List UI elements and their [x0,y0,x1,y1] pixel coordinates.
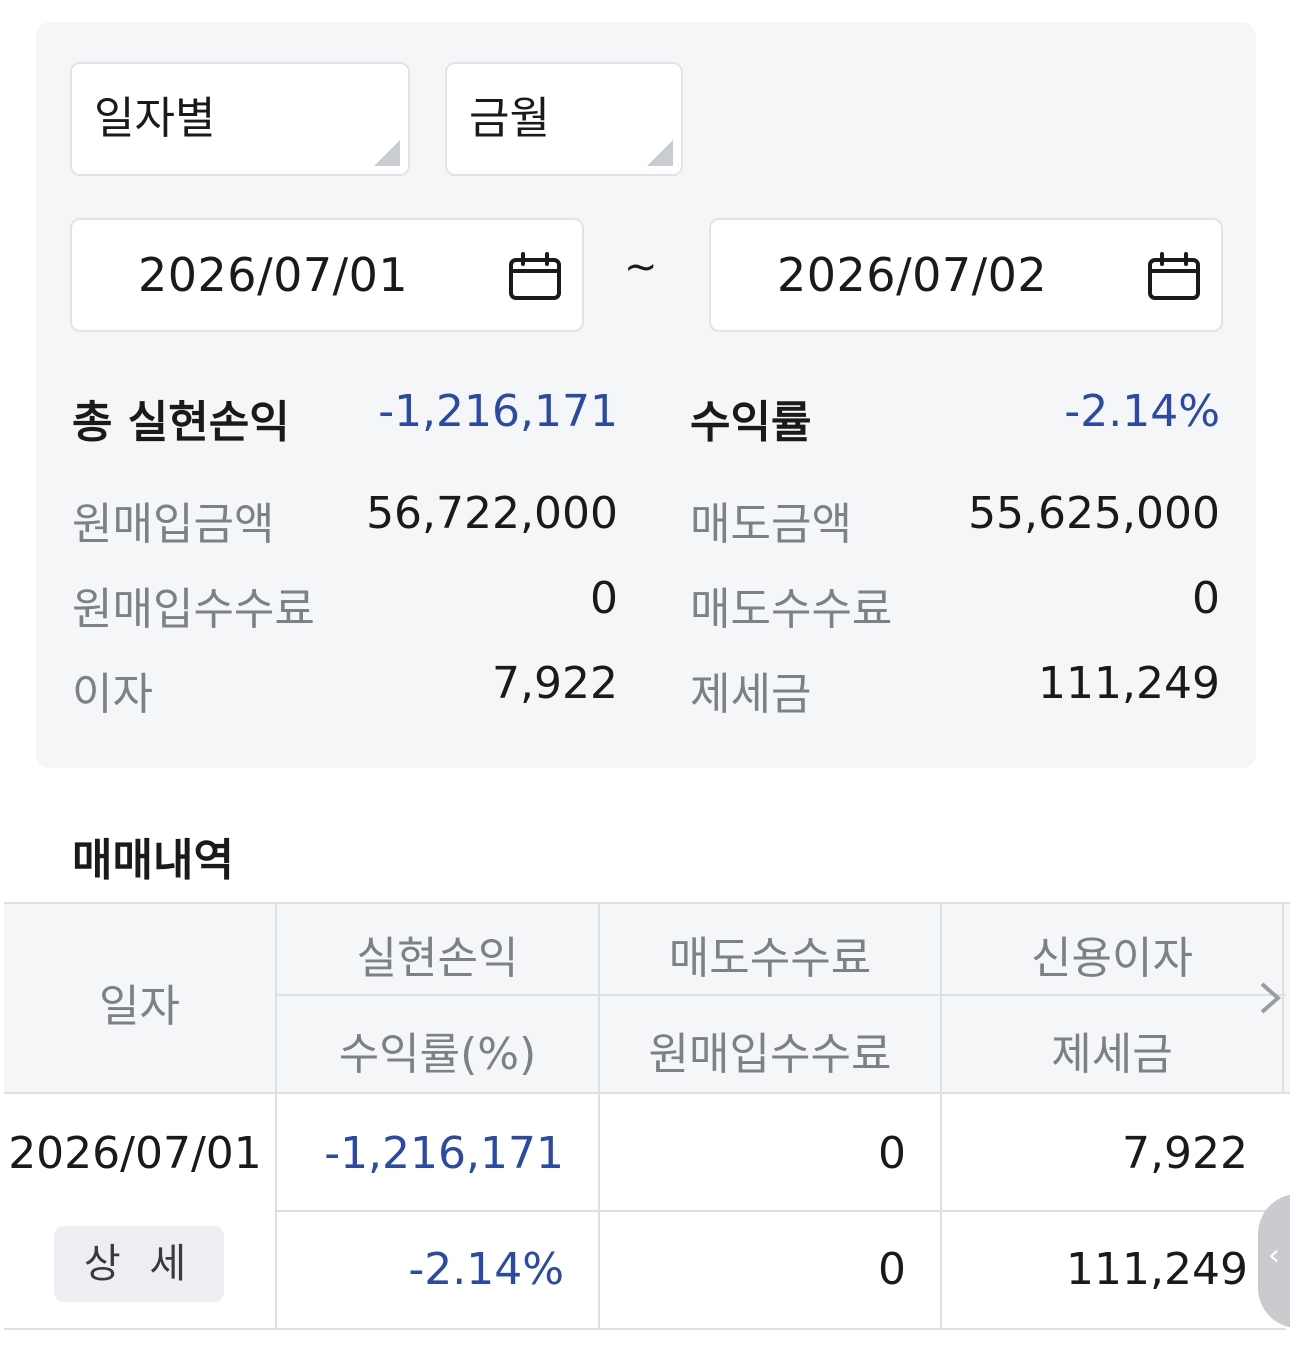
row-mid-divider [277,1210,1286,1212]
header-buy-fee: 원매입수수료 [648,1029,892,1080]
history-title: 매매내역 [72,835,234,886]
tax-value: 111,249 [1038,658,1220,709]
start-date-input[interactable]: 2026/07/01 [70,218,584,332]
row-date: 2026/07/01 [8,1128,262,1179]
header-tax: 제세금 [1051,1029,1173,1080]
row-credit-interest: 7,922 [1122,1128,1248,1179]
total-pnl-value: -1,216,171 [378,386,618,437]
end-date-input[interactable]: 2026/07/02 [709,218,1223,332]
end-date-value: 2026/07/02 [777,248,1048,302]
start-date-value: 2026/07/01 [138,248,409,302]
period-type-value: 일자별 [94,93,216,144]
select-corner-icon [374,140,400,166]
row-buy-fee: 0 [878,1244,906,1295]
chevron-left-icon: ‹ [1268,1238,1280,1273]
interest-value: 7,922 [492,658,618,709]
row-return: -2.14% [408,1244,564,1295]
row-pnl: -1,216,171 [324,1128,564,1179]
buy-fee-value: 0 [590,573,618,624]
header-pnl: 실현손익 [356,933,519,984]
calendar-icon[interactable] [508,252,562,302]
buy-amount-label: 원매입금액 [72,499,275,550]
return-label: 수익률 [690,397,812,448]
header-sell-fee: 매도수수료 [668,933,872,984]
return-value: -2.14% [1064,386,1220,437]
buy-amount-value: 56,722,000 [366,488,618,539]
product-type-select[interactable]: 금월 [445,62,683,176]
sell-amount-label: 매도금액 [690,499,852,550]
chevron-right-icon[interactable] [1256,980,1284,1016]
buy-fee-label: 원매입수수료 [72,584,315,635]
period-type-select[interactable]: 일자별 [70,62,410,176]
total-pnl-label: 총 실현손익 [72,397,290,448]
select-corner-icon [647,140,673,166]
header-date: 일자 [99,981,180,1032]
row-bottom-divider [4,1328,1286,1330]
header-mid-divider [277,994,1286,996]
date-range-separator: ~ [624,244,658,290]
interest-label: 이자 [72,669,153,720]
product-type-value: 금월 [469,93,550,144]
tax-label: 제세금 [690,669,812,720]
sell-fee-value: 0 [1192,573,1220,624]
detail-button[interactable]: 상 세 [54,1226,224,1302]
header-credit-interest: 신용이자 [1031,933,1193,984]
header-return: 수익률(%) [338,1029,537,1080]
sell-fee-label: 매도수수료 [690,584,893,635]
row-sell-fee: 0 [878,1128,906,1179]
sell-amount-value: 55,625,000 [968,488,1220,539]
row-tax: 111,249 [1066,1244,1248,1295]
side-drawer-handle[interactable]: ‹ [1258,1194,1290,1328]
calendar-icon[interactable] [1147,252,1201,302]
